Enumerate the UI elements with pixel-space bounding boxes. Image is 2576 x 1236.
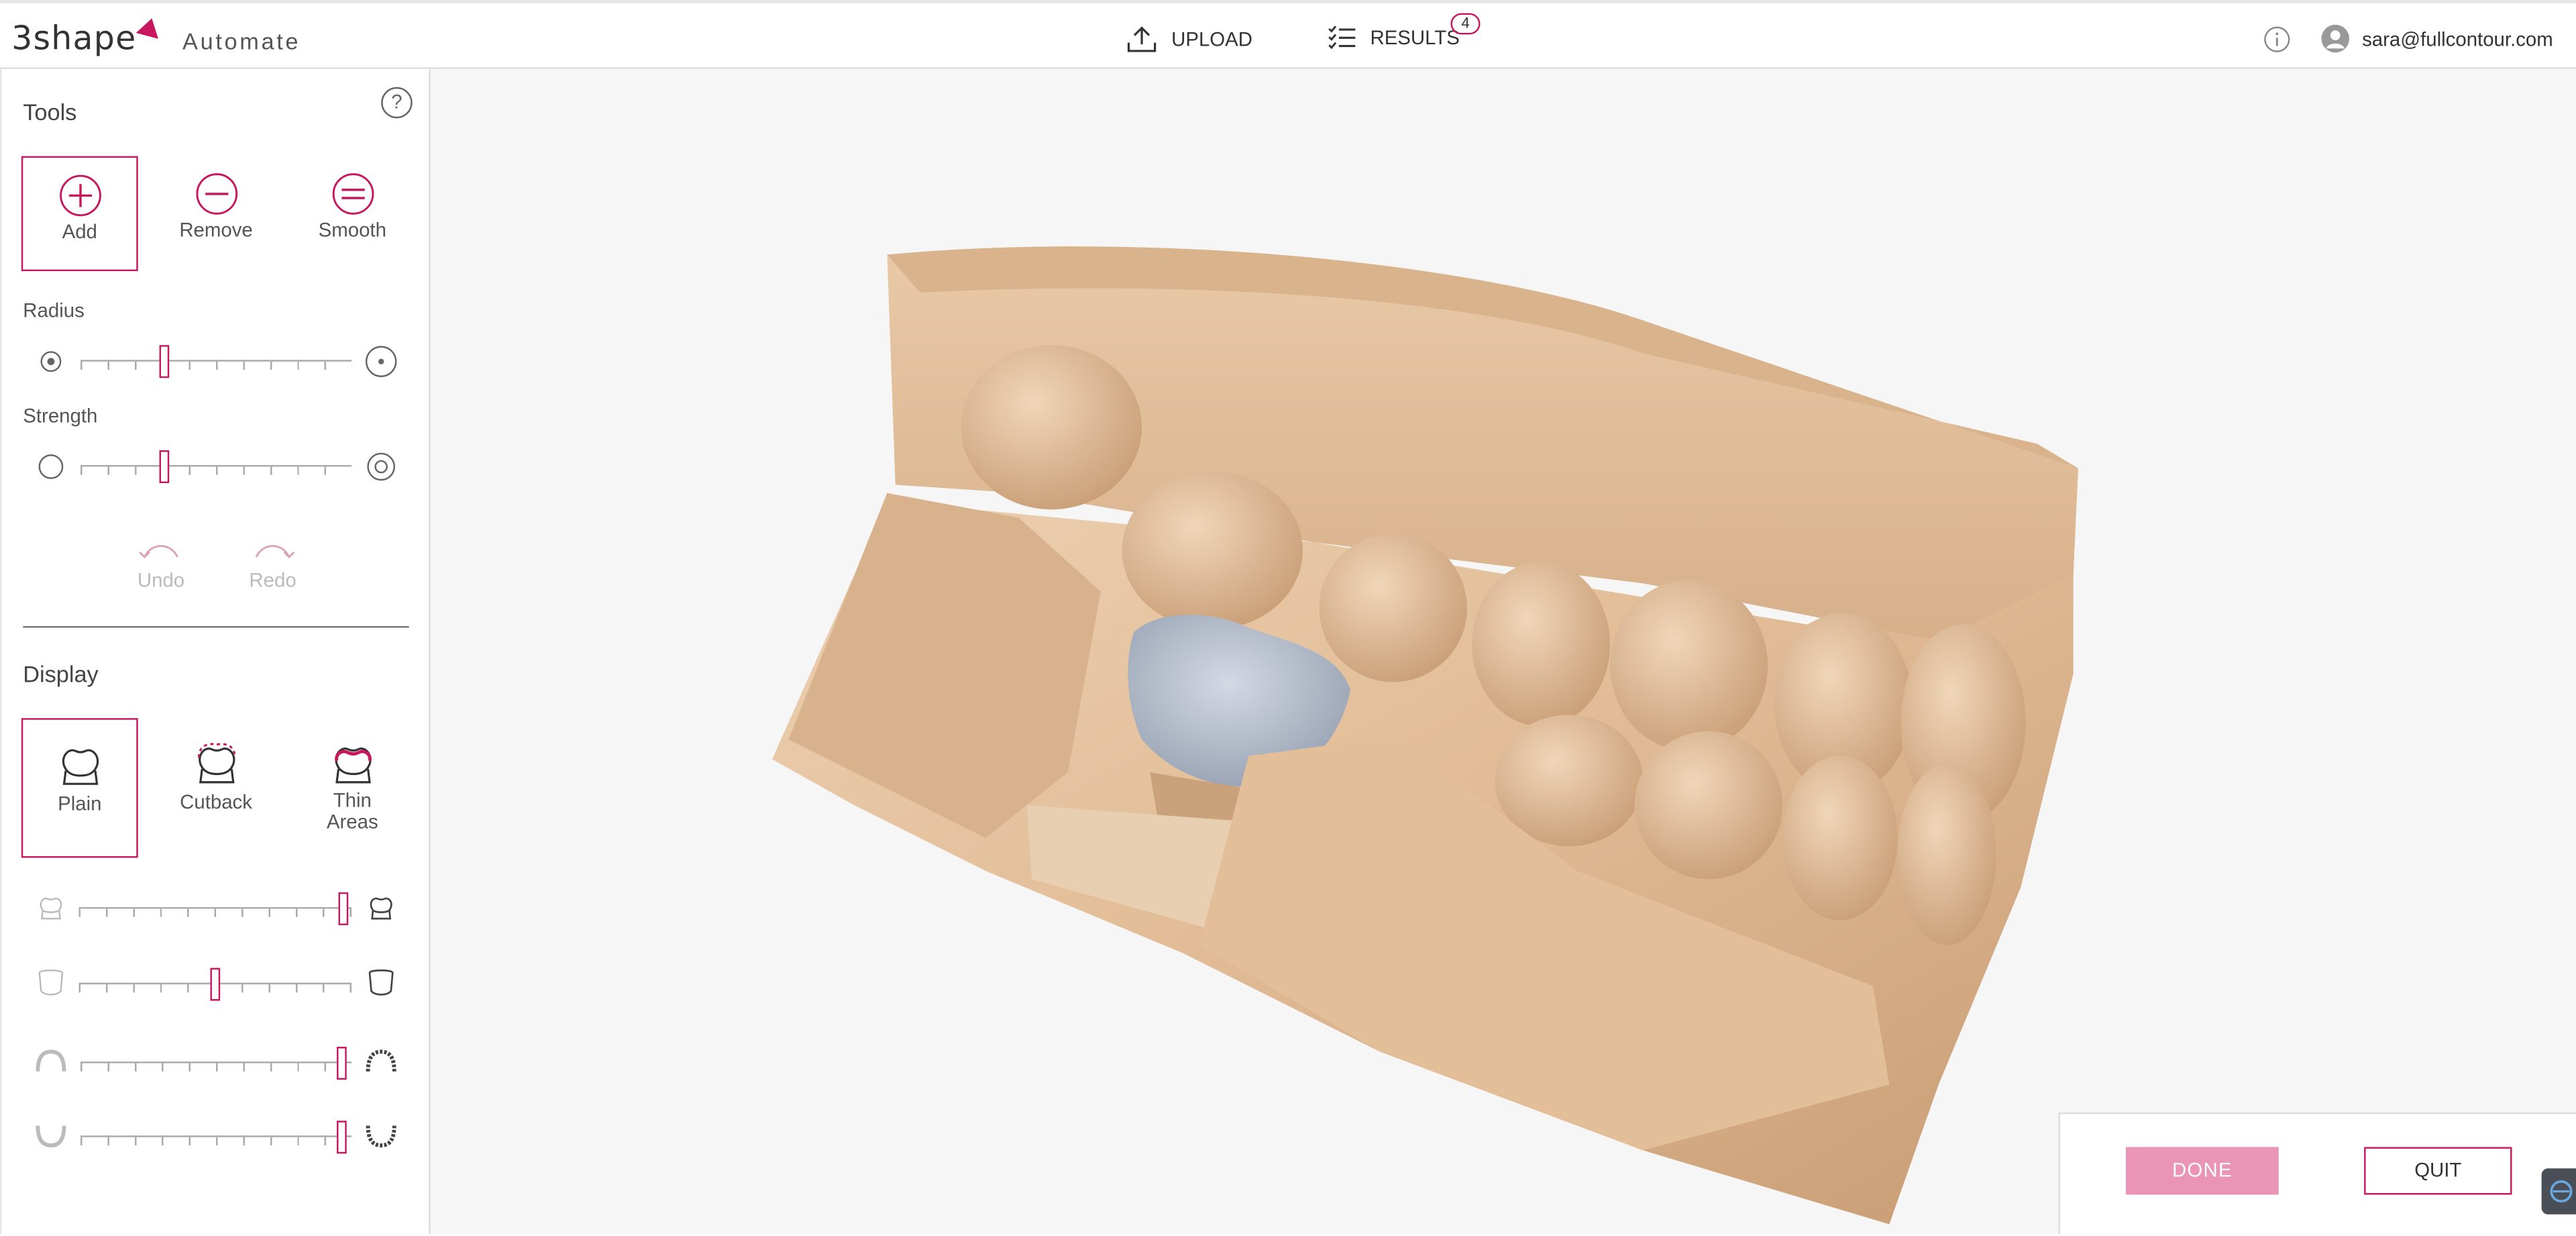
- radius-slider-ticks: [80, 361, 352, 370]
- upper-jaw-transparency-slider-thumb[interactable]: [336, 1047, 347, 1080]
- upper-jaw-faint-icon: [36, 1049, 66, 1072]
- upper-jaw-solid-icon: [366, 1049, 396, 1072]
- display-cutback-button[interactable]: Cutback: [158, 718, 274, 858]
- undo-button[interactable]: Undo: [128, 539, 194, 592]
- thin-areas-tooth-icon: [334, 748, 371, 784]
- panel-divider: [23, 626, 409, 628]
- display-title: Display: [23, 660, 99, 687]
- app-name: Automate: [182, 28, 301, 54]
- strength-slider[interactable]: [80, 450, 352, 484]
- display-cutback-label: Cutback: [180, 790, 252, 814]
- crown-transparency-slider-ticks: [78, 909, 352, 917]
- preparation-transparency-slider[interactable]: [78, 968, 352, 1001]
- plain-tooth-icon: [61, 749, 98, 785]
- lower-jaw-solid-icon: [366, 1125, 396, 1147]
- lower-jaw-transparency-slider[interactable]: [80, 1121, 352, 1154]
- strength-high-icon: [367, 452, 395, 481]
- crown-solid-icon: [370, 897, 392, 920]
- help-button[interactable]: ?: [381, 87, 413, 119]
- radius-label: Radius: [23, 299, 85, 323]
- brand-triangle-icon: [136, 15, 164, 39]
- radius-small-icon: [40, 351, 62, 372]
- strength-label: Strength: [23, 404, 98, 427]
- tools-panel: Tools ? Add Remove Smooth Radius Strengt…: [0, 68, 431, 1235]
- nav-results-label: RESULTS: [1370, 25, 1460, 49]
- user-menu[interactable]: sara@fullcontour.com: [2320, 24, 2553, 53]
- strength-slider-thumb[interactable]: [158, 450, 169, 484]
- tools-title: Tools: [23, 98, 77, 125]
- quit-button[interactable]: QUIT: [2364, 1147, 2512, 1195]
- add-icon: [58, 174, 101, 217]
- tool-smooth-button[interactable]: Smooth: [294, 156, 411, 271]
- dental-model-render: [772, 246, 2078, 1225]
- top-bar: 3shape Automate UPLOAD RESULTS 4 sara@fu…: [0, 0, 2576, 69]
- display-plain-button[interactable]: Plain: [21, 718, 138, 858]
- remove-icon: [195, 173, 237, 215]
- strength-slider-ticks: [80, 466, 352, 475]
- done-button[interactable]: DONE: [2126, 1147, 2279, 1195]
- lower-jaw-transparency-slider-ticks: [80, 1137, 352, 1145]
- tool-add-button[interactable]: Add: [21, 156, 138, 272]
- preparation-faint-icon: [38, 969, 64, 996]
- tool-remove-button[interactable]: Remove: [158, 156, 274, 271]
- crown-transparency-slider-thumb[interactable]: [339, 892, 350, 925]
- tool-smooth-label: Smooth: [318, 218, 386, 242]
- 3d-viewport[interactable]: [430, 68, 2576, 1235]
- smooth-icon: [331, 173, 374, 215]
- crown-transparency-slider[interactable]: [78, 892, 352, 925]
- results-list-icon: [1328, 25, 1356, 50]
- redo-label: Redo: [249, 568, 297, 592]
- view-widget-icon[interactable]: [2541, 1168, 2576, 1215]
- redo-button[interactable]: Redo: [240, 539, 306, 592]
- tool-remove-label: Remove: [179, 218, 253, 242]
- strength-low-icon: [38, 454, 64, 479]
- display-thin-areas-button[interactable]: Thin Areas: [294, 718, 411, 858]
- view-cube-icon: [2550, 1180, 2573, 1203]
- brand-name: 3shape: [11, 17, 137, 58]
- upload-icon: [1127, 26, 1157, 52]
- tool-add-label: Add: [62, 220, 97, 244]
- undo-icon: [139, 545, 178, 559]
- logo: 3shape Automate: [11, 15, 301, 58]
- lower-jaw-transparency-slider-thumb[interactable]: [336, 1121, 347, 1154]
- nav-upload-label: UPLOAD: [1171, 27, 1253, 50]
- radius-slider[interactable]: [80, 345, 352, 378]
- user-email: sara@fullcontour.com: [2362, 27, 2553, 50]
- user-avatar-icon: [2320, 24, 2349, 53]
- radius-large-icon: [365, 346, 397, 378]
- undo-label: Undo: [137, 568, 185, 592]
- display-plain-label: Plain: [58, 792, 102, 815]
- action-bar: DONE QUIT: [2058, 1112, 2576, 1235]
- upper-jaw-transparency-slider[interactable]: [80, 1047, 352, 1080]
- info-icon[interactable]: [2264, 26, 2290, 52]
- display-thin-areas-label: Thin Areas: [326, 788, 378, 833]
- nav-upload[interactable]: UPLOAD: [1127, 25, 1252, 53]
- crown-faint-icon: [40, 897, 62, 920]
- results-count-badge: 4: [1450, 13, 1481, 35]
- upper-jaw-transparency-slider-ticks: [80, 1063, 352, 1072]
- redo-icon: [255, 545, 295, 559]
- preparation-solid-icon: [368, 969, 394, 996]
- lower-jaw-faint-icon: [36, 1125, 66, 1147]
- preparation-transparency-slider-thumb[interactable]: [210, 968, 221, 1001]
- cutback-tooth-icon: [197, 743, 235, 784]
- nav-results[interactable]: RESULTS 4: [1328, 13, 1481, 50]
- radius-slider-thumb[interactable]: [158, 345, 169, 378]
